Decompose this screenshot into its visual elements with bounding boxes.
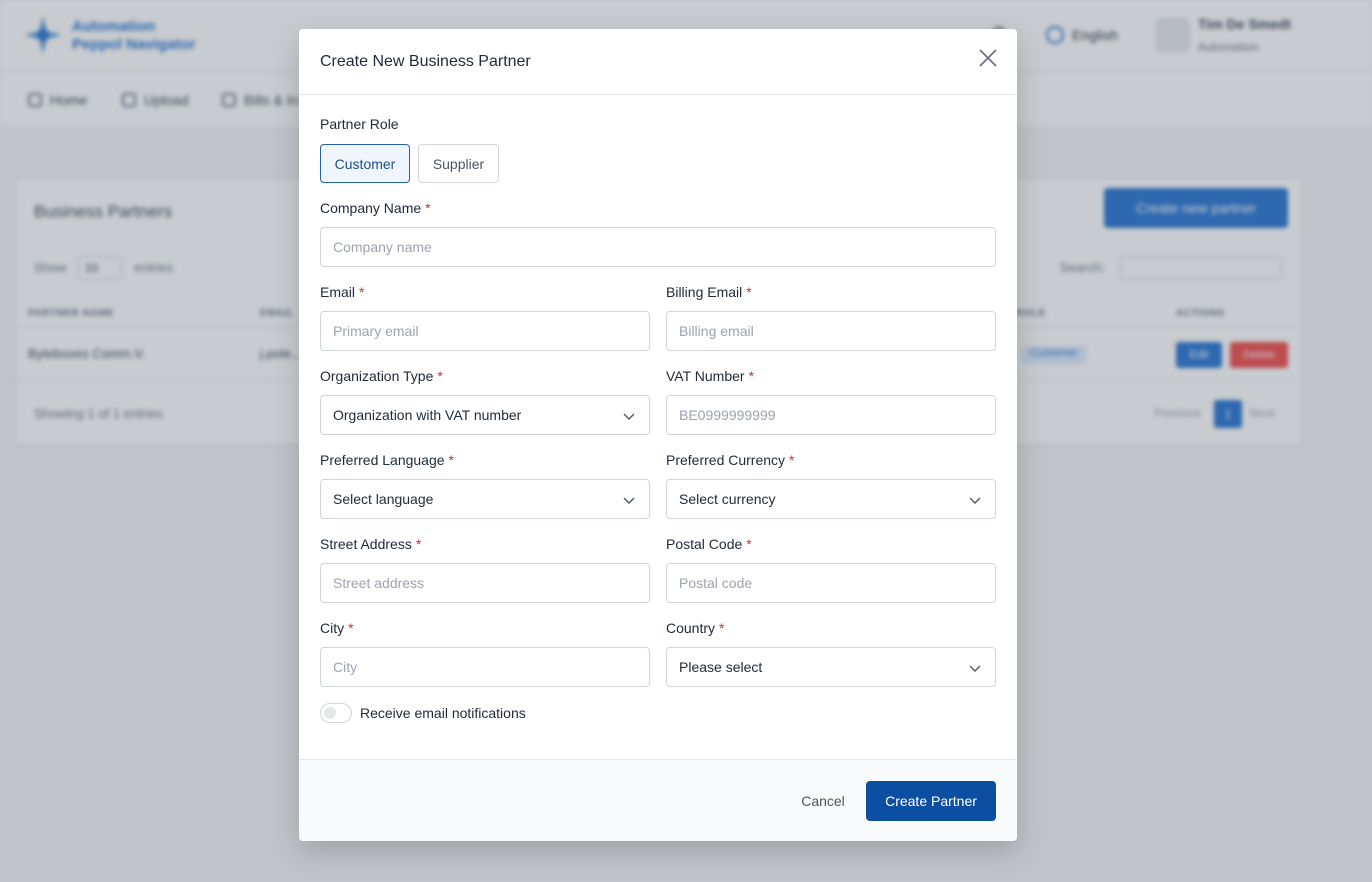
vat-number-label: VAT Number * [666, 368, 754, 384]
required-mark: * [746, 536, 752, 552]
chevron-down-icon [969, 497, 981, 504]
country-select[interactable]: Please select [666, 647, 996, 687]
modal-header: Create New Business Partner [299, 29, 1017, 95]
postal-code-label: Postal Code * [666, 536, 752, 552]
role-supplier-button[interactable]: Supplier [418, 144, 499, 183]
required-mark: * [789, 452, 795, 468]
street-address-input[interactable] [320, 563, 650, 603]
company-name-input[interactable] [320, 227, 996, 267]
country-label: Country * [666, 620, 724, 636]
currency-select[interactable]: Select currency [666, 479, 996, 519]
chevron-down-icon [969, 665, 981, 672]
partner-role-label: Partner Role [320, 116, 399, 132]
billing-email-input[interactable] [666, 311, 996, 351]
create-partner-submit-button[interactable]: Create Partner [866, 781, 996, 821]
required-mark: * [719, 620, 725, 636]
email-label: Email * [320, 284, 364, 300]
required-mark: * [748, 368, 755, 384]
label-text: Preferred Language [320, 452, 445, 468]
postal-code-input[interactable] [666, 563, 996, 603]
org-type-label: Organization Type * [320, 368, 443, 384]
required-mark: * [348, 620, 354, 636]
close-icon[interactable] [977, 47, 999, 69]
toggle-knob [324, 707, 336, 719]
required-mark: * [437, 368, 443, 384]
email-input[interactable] [320, 311, 650, 351]
required-mark: * [415, 536, 422, 552]
city-input[interactable] [320, 647, 650, 687]
modal-title: Create New Business Partner [320, 53, 531, 70]
currency-label: Preferred Currency * [666, 452, 795, 468]
label-text: VAT Number [666, 368, 745, 384]
vat-number-input[interactable] [666, 395, 996, 435]
required-mark: * [425, 200, 431, 216]
label-text: Preferred Currency [666, 452, 786, 468]
modal-footer: Cancel Create Partner [299, 759, 1017, 841]
street-address-label: Street Address * [320, 536, 421, 552]
language-label: Preferred Language * [320, 452, 454, 468]
label-text: Billing Email [666, 284, 743, 300]
select-value: Organization with VAT number [333, 407, 522, 423]
email-notifications-label: Receive email notifications [360, 705, 526, 721]
required-mark: * [448, 452, 454, 468]
org-type-select[interactable]: Organization with VAT number [320, 395, 650, 435]
language-select[interactable]: Select language [320, 479, 650, 519]
city-label: City * [320, 620, 354, 636]
label-text: Organization Type [320, 368, 434, 384]
label-text: Company Name [320, 200, 422, 216]
role-customer-button[interactable]: Customer [320, 144, 410, 183]
select-value: Select language [333, 491, 434, 507]
select-value: Please select [679, 659, 763, 675]
chevron-down-icon [623, 497, 635, 504]
create-partner-modal: Create New Business Partner Partner Role… [299, 29, 1017, 841]
label-text: Email [320, 284, 356, 300]
label-text: Country [666, 620, 716, 636]
label-text: City [320, 620, 345, 636]
label-text: Postal Code [666, 536, 743, 552]
chevron-down-icon [623, 413, 635, 420]
company-name-label: Company Name * [320, 200, 431, 216]
label-text: Street Address [320, 536, 412, 552]
email-notifications-toggle[interactable] [320, 703, 352, 723]
required-mark: * [359, 284, 365, 300]
cancel-button[interactable]: Cancel [789, 781, 857, 821]
select-value: Select currency [679, 491, 776, 507]
required-mark: * [746, 284, 752, 300]
billing-email-label: Billing Email * [666, 284, 752, 300]
